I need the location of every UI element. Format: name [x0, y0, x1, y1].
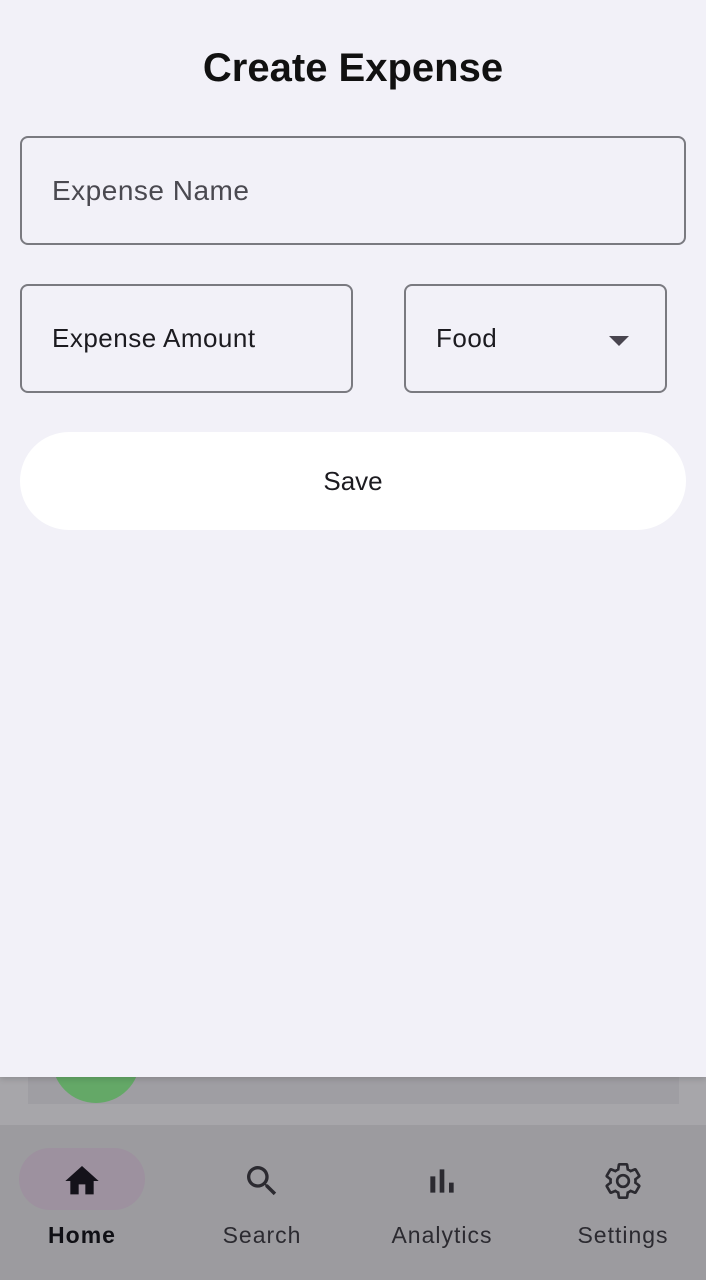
nav-item-settings[interactable]: Settings — [535, 1125, 706, 1280]
home-icon — [62, 1161, 102, 1201]
save-button-label: Save — [323, 465, 383, 496]
gear-icon — [603, 1161, 643, 1201]
bar-chart-icon — [422, 1161, 462, 1201]
expense-amount-placeholder: Expense Amount — [52, 323, 256, 353]
arrow-drop-down-icon — [609, 336, 629, 346]
save-button[interactable]: Save — [20, 432, 686, 530]
category-selected-value: Food — [436, 323, 498, 353]
nav-item-home[interactable]: Home — [0, 1125, 170, 1280]
nav-label-settings: Settings — [577, 1222, 669, 1248]
search-icon — [242, 1161, 282, 1201]
bottom-navigation: Home Search Analytics Settings — [0, 1125, 706, 1280]
nav-label-analytics: Analytics — [391, 1222, 493, 1248]
expense-amount-field[interactable]: Expense Amount — [20, 284, 353, 393]
nav-label-home: Home — [48, 1222, 116, 1248]
sheet-title: Create Expense — [202, 46, 504, 90]
nav-item-analytics[interactable]: Analytics — [354, 1125, 530, 1280]
category-dropdown[interactable]: Food — [404, 284, 667, 393]
create-expense-sheet: Create Expense Expense Name Expense Amou… — [0, 0, 706, 1077]
expense-name-placeholder: Expense Name — [52, 174, 250, 206]
nav-label-search: Search — [222, 1222, 302, 1248]
nav-item-search[interactable]: Search — [174, 1125, 350, 1280]
expense-name-field[interactable]: Expense Name — [20, 136, 686, 245]
